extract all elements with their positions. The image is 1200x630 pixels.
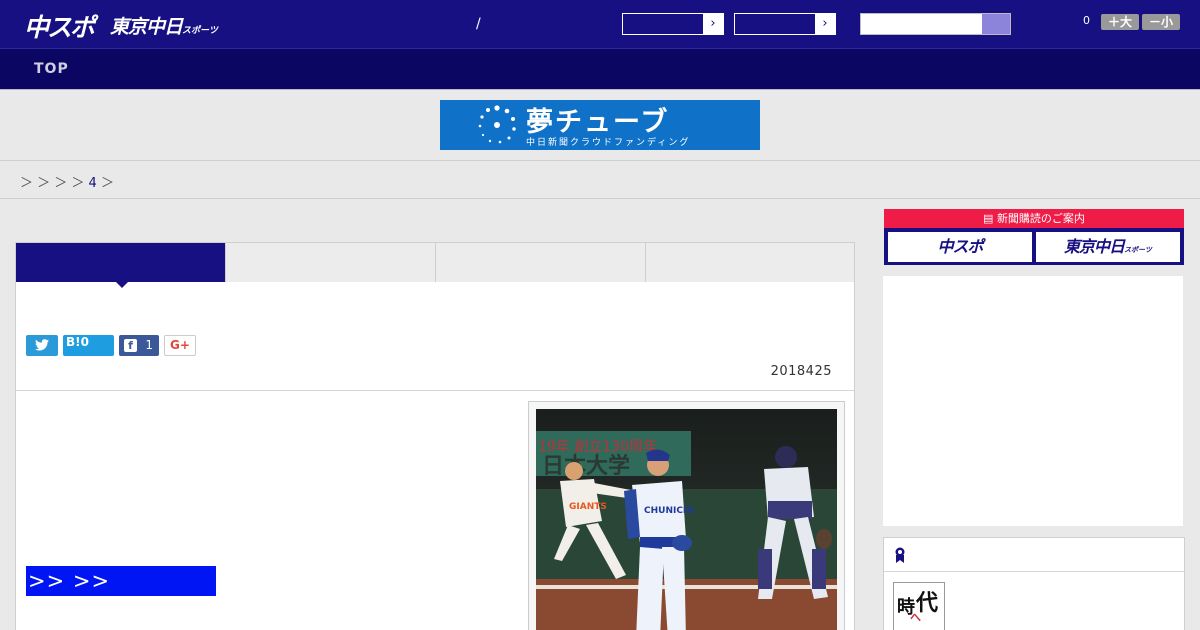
stadium-banner-text: 19年 創立130周年 (538, 439, 657, 455)
baseball-photo: 19年 創立130周年 日本大学 GIANTS CHUNICHI (536, 409, 837, 630)
top-header: 中スポ 東京中日スポーツ / › › 0 ＋大 －小 (0, 0, 1200, 49)
tokyo-chunichi-logo-text: 東京中日 (110, 16, 183, 38)
subscribe-chuspo-button[interactable]: 中スポ (888, 232, 1032, 262)
divider (0, 160, 1200, 161)
article-photo[interactable]: 19年 創立130周年 日本大学 GIANTS CHUNICHI (536, 409, 837, 630)
sidebar-box-header (884, 538, 1184, 572)
more-link[interactable]: >> >> (26, 566, 216, 596)
subscription-header: ▤ 新聞購読のご案内 (884, 209, 1184, 228)
facebook-share-button[interactable]: f1 (119, 335, 159, 356)
article-tabs (16, 243, 854, 288)
font-larger-button[interactable]: ＋大 (1101, 14, 1139, 30)
google-plus-button[interactable]: G+ (164, 335, 196, 356)
font-size-count: 0 (1083, 14, 1090, 27)
chuspo-logo[interactable]: 中スポ (24, 8, 95, 44)
tab-3[interactable] (436, 243, 646, 282)
divider (16, 390, 854, 391)
ribbon-icon (895, 547, 905, 563)
tab-4[interactable] (646, 243, 854, 282)
article-date: 2018425 (770, 364, 832, 379)
search-button[interactable] (982, 14, 1010, 34)
font-smaller-button[interactable]: －小 (1142, 14, 1180, 30)
article-panel: B!0 f1 G+ 2018425 19年 創立130周年 日本大学 GIANT… (15, 242, 855, 630)
twitter-share-button[interactable] (26, 335, 58, 356)
banner-subtitle: 中日新聞クラウドファンディング (526, 138, 691, 148)
tokyo-chunichi-logo-small: スポーツ (182, 26, 218, 36)
subscribe-tokyo-chunichi-small: スポーツ (1124, 246, 1152, 254)
search-input[interactable] (860, 13, 1011, 35)
breadcrumb-tail: ＞ (100, 176, 114, 191)
tokyo-chunichi-logo[interactable]: 東京中日スポーツ (110, 12, 218, 39)
global-nav: TOP (0, 49, 1200, 90)
category-select-2[interactable]: › (734, 13, 836, 35)
article-photo-frame: 19年 創立130周年 日本大学 GIANTS CHUNICHI (528, 401, 845, 630)
hatena-label: B! (66, 335, 81, 349)
twitter-icon (35, 339, 49, 351)
dots-circle-icon (478, 105, 516, 144)
subscription-header-text: 新聞購読のご案内 (996, 212, 1085, 225)
thumb-char: へ (910, 611, 921, 624)
stadium-big-text: 日本大学 (542, 453, 630, 479)
tab-2[interactable] (226, 243, 436, 282)
subscribe-tokyo-chunichi-button[interactable]: 東京中日スポーツ (1036, 232, 1180, 262)
breadcrumb: ＞ ＞ ＞ ＞ 4 ＞ (20, 172, 114, 191)
hatena-bookmark-button[interactable]: B!0 (63, 335, 114, 356)
facebook-count: 1 (145, 338, 153, 352)
tab-1[interactable] (16, 243, 226, 288)
yume-tube-banner[interactable]: 夢チューブ 中日新聞クラウドファンディング (440, 100, 760, 150)
chevron-right-icon: › (815, 14, 835, 34)
sidebar-thumbnail[interactable]: 時 代 へ (893, 582, 945, 630)
chevron-right-icon: › (703, 14, 723, 34)
banner-title: 夢チューブ (526, 107, 670, 138)
newspaper-icon: ▤ (983, 212, 997, 225)
hatena-count: 0 (80, 335, 89, 349)
sidebar-ranking-box: 時 代 へ (883, 537, 1185, 630)
category-select-1[interactable]: › (622, 13, 724, 35)
header-separator: / (476, 16, 481, 32)
giants-jersey-text: GIANTS (569, 502, 607, 512)
sidebar-ad[interactable] (883, 276, 1183, 526)
chunichi-jersey-text: CHUNICHI (644, 506, 694, 516)
breadcrumb-link[interactable]: 4 (89, 176, 97, 191)
nav-top-link[interactable]: TOP (34, 61, 69, 77)
divider (0, 198, 1200, 199)
subscription-box: ▤ 新聞購読のご案内 中スポ 東京中日スポーツ (884, 209, 1184, 265)
breadcrumb-separators: ＞ ＞ ＞ ＞ (20, 176, 85, 191)
subscribe-tokyo-chunichi-text: 東京中日 (1064, 237, 1125, 256)
facebook-icon: f (124, 339, 137, 352)
